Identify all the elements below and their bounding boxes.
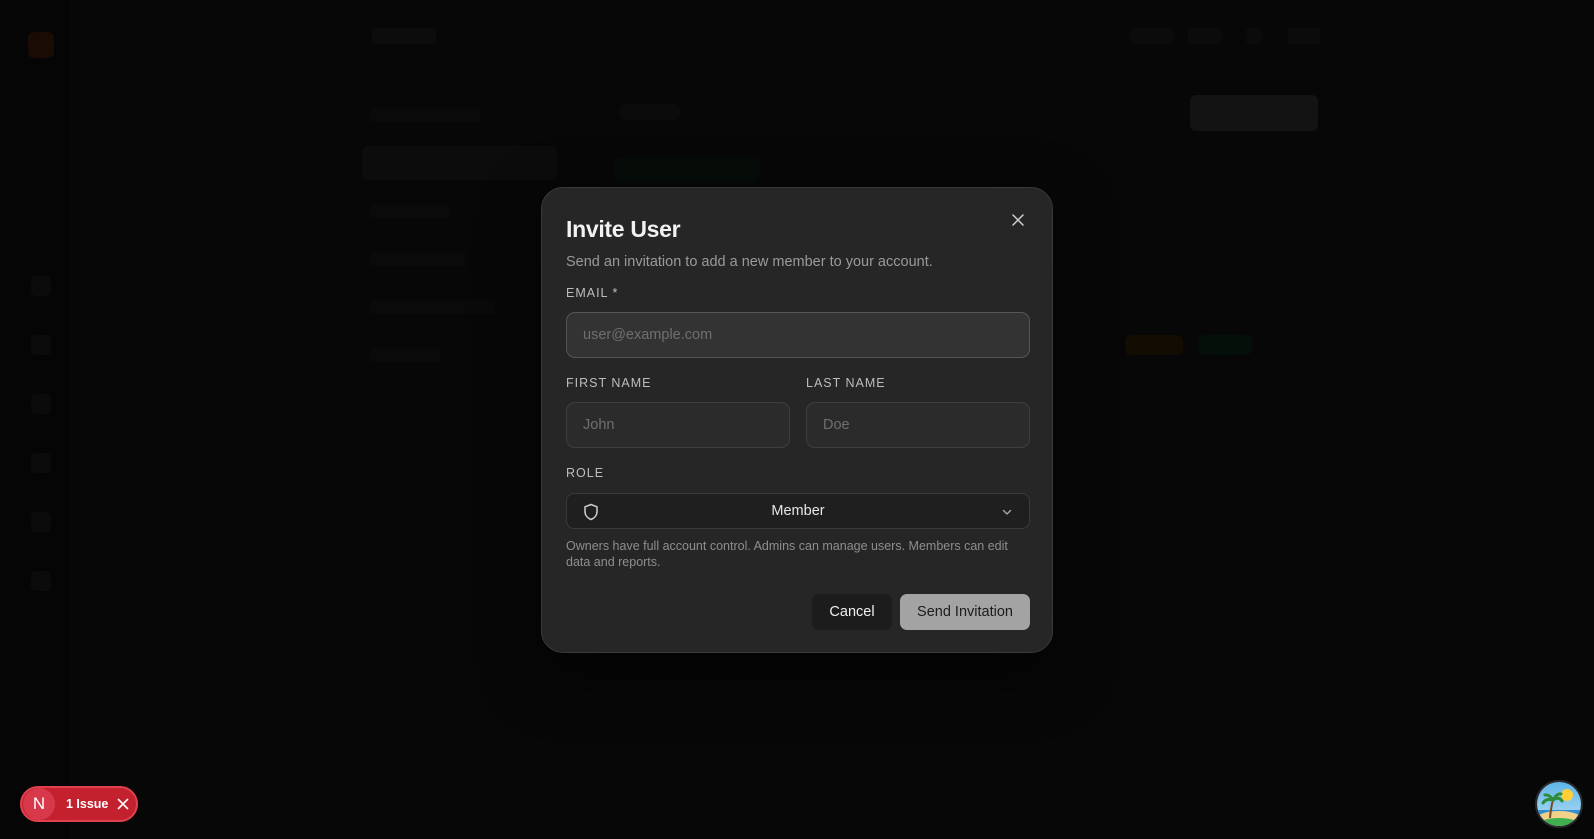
role-label: ROLE [566, 466, 605, 480]
issues-count: 1 Issue [66, 797, 109, 811]
last-name-label: LAST NAME [806, 376, 886, 390]
first-name-label: FIRST NAME [566, 376, 652, 390]
close-icon [1012, 214, 1024, 226]
issues-badge[interactable]: N 1 Issue [20, 786, 138, 822]
close-button[interactable] [1006, 208, 1030, 232]
role-hint: Owners have full account control. Admins… [566, 539, 1008, 569]
email-input[interactable] [566, 312, 1030, 358]
dialog-title: Invite User [566, 216, 681, 242]
chevron-down-icon [1002, 509, 1012, 515]
invite-user-dialog: Invite User Send an invitation to add a … [541, 187, 1053, 653]
role-select[interactable]: Member [566, 493, 1030, 529]
email-label: EMAIL * [566, 286, 619, 300]
dialog-subtitle: Send an invitation to add a new member t… [566, 254, 933, 270]
cancel-button[interactable]: Cancel [812, 594, 892, 630]
avatar[interactable] [1535, 780, 1583, 828]
close-icon[interactable] [117, 798, 129, 810]
beach-avatar-icon [1537, 782, 1581, 826]
last-name-input[interactable] [806, 402, 1030, 448]
first-name-input[interactable] [566, 402, 790, 448]
framework-logo: N [23, 788, 55, 820]
send-invitation-button[interactable]: Send Invitation [900, 594, 1030, 630]
shield-icon [584, 503, 598, 521]
role-select-value: Member [771, 503, 825, 519]
